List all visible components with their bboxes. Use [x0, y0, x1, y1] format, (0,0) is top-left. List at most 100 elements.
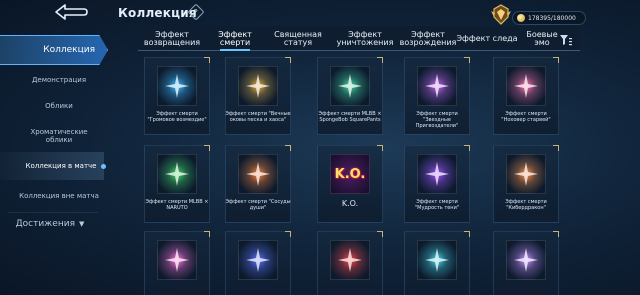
- sidebar-item-label: Хроматические облики: [30, 128, 88, 144]
- sidebar-item-collection[interactable]: Коллекция: [0, 35, 108, 65]
- tab-label: Священная статуя: [274, 29, 322, 47]
- selected-marker: [101, 164, 106, 169]
- card-corner-ornament: [464, 145, 470, 151]
- tab-label: Эффект уничтожения: [336, 29, 394, 47]
- sidebar-item-label: Облики: [45, 102, 73, 110]
- effect-thumbnail: K.O.: [330, 154, 370, 194]
- filter-icon: [560, 35, 572, 46]
- card-corner-ornament: [377, 145, 383, 151]
- effect-card-label: Эффект смерти "Вечные оковы песка и хаос…: [225, 111, 291, 123]
- currency-counter[interactable]: 178395/180000: [512, 11, 586, 25]
- effect-card-label: Эффект смерти MLBB × SpongeBob SquarePan…: [318, 111, 382, 123]
- card-corner-ornament: [553, 231, 559, 237]
- effect-sparkle-icon: [158, 241, 196, 279]
- sidebar-item-label: Коллекция в матче: [25, 162, 97, 170]
- tab-label: Эффект смерти: [218, 29, 252, 47]
- tab-elimination-effect[interactable]: Эффект смерти: [206, 28, 264, 51]
- sidebar-item-out-of-match-collection[interactable]: Коллекция вне матча: [0, 182, 100, 210]
- card-corner-ornament: [204, 57, 210, 63]
- effect-thumbnail: [506, 240, 546, 280]
- effect-sparkle-icon: [331, 241, 369, 279]
- currency-value: 178395/180000: [528, 14, 576, 22]
- sidebar-item-chromatic-skins[interactable]: Хроматические облики: [0, 124, 100, 148]
- effect-card[interactable]: Эффект смерти MLBB × NARUTO: [144, 145, 210, 223]
- effect-sparkle-icon: [507, 67, 545, 105]
- card-corner-ornament: [553, 57, 559, 63]
- card-corner-ornament: [464, 57, 470, 63]
- tab-respawn-effect[interactable]: Эффект возрождения: [396, 28, 460, 50]
- effect-card[interactable]: [225, 231, 291, 295]
- effect-card[interactable]: K.O. K.O.: [317, 145, 383, 223]
- effect-card[interactable]: Эффект смерти "Кибердракон": [493, 145, 559, 223]
- tab-label: Эффект следа: [456, 33, 518, 43]
- effect-thumbnail: [506, 66, 546, 106]
- effect-card[interactable]: Эффект смерти "Мудрость тени": [404, 145, 470, 223]
- tab-label: Эффект возрождения: [399, 29, 457, 47]
- tab-bar: Эффект возвращения Эффект смерти Священн…: [138, 26, 580, 51]
- tab-trail-effect[interactable]: Эффект следа: [456, 28, 518, 50]
- effect-thumbnail: [330, 66, 370, 106]
- effect-card-label: Эффект смерти "Сосуды души": [225, 199, 291, 211]
- effect-card-label: K.O.: [341, 199, 359, 208]
- effect-thumbnail: [238, 66, 278, 106]
- effect-card-label: Эффект смерти "Звездные Пригвоздатели": [415, 111, 459, 129]
- effect-card[interactable]: [317, 231, 383, 295]
- effect-card[interactable]: Эффект смерти "Звездные Пригвоздатели": [404, 57, 470, 135]
- back-button[interactable]: [50, 2, 92, 22]
- effect-card-label: Эффект смерти "Громовое возмездие": [147, 111, 207, 123]
- chevron-down-icon: ▼: [78, 220, 85, 228]
- rank-emblem-icon: [491, 4, 511, 25]
- card-corner-ornament: [285, 57, 291, 63]
- sidebar-item-in-match-collection[interactable]: Коллекция в матче: [0, 152, 106, 180]
- effect-sparkle-icon: [418, 67, 456, 105]
- coin-icon: [517, 14, 525, 22]
- effect-thumbnail: [417, 240, 457, 280]
- effect-card[interactable]: Эффект смерти "Ноховер старвей": [493, 57, 559, 135]
- effect-sparkle-icon: [418, 155, 456, 193]
- sidebar-item-label: Коллекция: [43, 45, 95, 55]
- ko-logo: K.O.: [334, 166, 366, 182]
- card-corner-ornament: [464, 231, 470, 237]
- effect-card[interactable]: Эффект смерти "Вечные оковы песка и хаос…: [225, 57, 291, 135]
- tab-sacred-statue[interactable]: Священная статуя: [266, 28, 330, 50]
- effect-thumbnail: [238, 154, 278, 194]
- effects-grid: Эффект смерти "Громовое возмездие" Эффект…: [138, 55, 578, 295]
- effect-thumbnail: [157, 240, 197, 280]
- tab-label: Эффект возвращения: [143, 29, 201, 47]
- effect-thumbnail: [238, 240, 278, 280]
- sidebar-item-showcase[interactable]: Демонстрация: [0, 68, 100, 92]
- effect-sparkle-icon: [418, 241, 456, 279]
- tab-recall-effect[interactable]: Эффект возвращения: [138, 28, 206, 50]
- tab-destruction-effect[interactable]: Эффект уничтожения: [332, 28, 398, 50]
- effect-card[interactable]: Эффект смерти "Громовое возмездие": [144, 57, 210, 135]
- effect-card[interactable]: [493, 231, 559, 295]
- effect-thumbnail: [157, 154, 197, 194]
- card-corner-ornament: [204, 145, 210, 151]
- sidebar-group-achievements[interactable]: Достижения ▼: [0, 212, 100, 236]
- effect-sparkle-icon: [507, 155, 545, 193]
- effect-sparkle-icon: [239, 241, 277, 279]
- effect-sparkle-icon: [239, 67, 277, 105]
- effect-thumbnail: [417, 154, 457, 194]
- effect-card[interactable]: [144, 231, 210, 295]
- effect-sparkle-icon: [239, 155, 277, 193]
- sidebar-item-skins[interactable]: Облики: [0, 94, 100, 118]
- card-corner-ornament: [204, 231, 210, 237]
- effect-thumbnail: [157, 66, 197, 106]
- effect-card[interactable]: [404, 231, 470, 295]
- effect-card-label: Эффект смерти MLBB × NARUTO: [145, 199, 209, 211]
- sidebar-item-label: Коллекция вне матча: [19, 192, 99, 200]
- effect-card[interactable]: Эффект смерти MLBB × SpongeBob SquarePan…: [317, 57, 383, 135]
- effect-sparkle-icon: [507, 241, 545, 279]
- card-corner-ornament: [285, 231, 291, 237]
- back-arrow-icon: [55, 4, 88, 20]
- effect-thumbnail: [506, 154, 546, 194]
- effect-sparkle-icon: [331, 67, 369, 105]
- effect-thumbnail: [330, 240, 370, 280]
- effect-card-label: Эффект смерти "Ноховер старвей": [501, 111, 551, 123]
- top-bar: Коллекция ? 178395/180000: [0, 0, 640, 28]
- card-corner-ornament: [285, 145, 291, 151]
- filter-button[interactable]: [556, 32, 576, 48]
- effect-thumbnail: [417, 66, 457, 106]
- effect-card[interactable]: Эффект смерти "Сосуды души": [225, 145, 291, 223]
